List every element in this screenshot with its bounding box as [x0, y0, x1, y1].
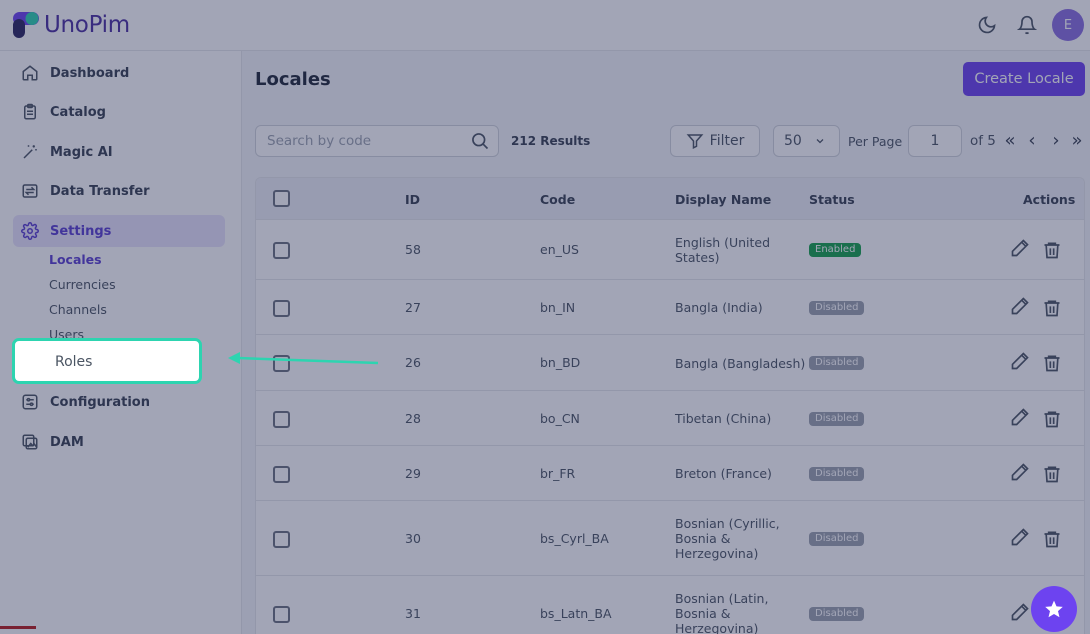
pointer-arrow — [228, 352, 379, 365]
app-root: UnoPim E Dashboard Catalog Magic AI Data… — [0, 0, 1090, 634]
star-icon — [1045, 600, 1063, 618]
help-fab[interactable] — [1031, 586, 1077, 632]
